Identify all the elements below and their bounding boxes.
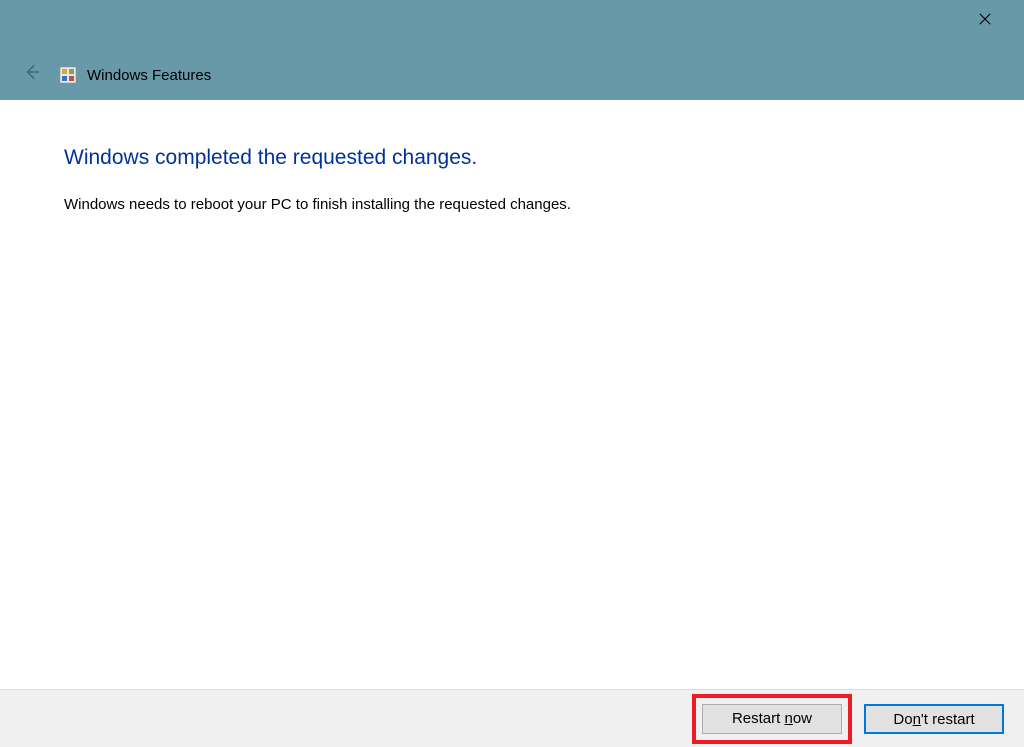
close-button[interactable] xyxy=(962,4,1008,36)
dont-restart-button[interactable]: Don't restart xyxy=(864,704,1004,734)
main-heading: Windows completed the requested changes. xyxy=(64,146,960,170)
body-text: Windows needs to reboot your PC to finis… xyxy=(64,196,960,213)
restart-now-button[interactable]: Restart now xyxy=(702,704,842,734)
header: Windows Features xyxy=(0,50,1024,100)
header-title: Windows Features xyxy=(87,67,211,84)
titlebar xyxy=(0,0,1024,50)
windows-features-icon xyxy=(59,66,77,84)
close-icon xyxy=(978,10,992,31)
content-area: Windows completed the requested changes.… xyxy=(0,100,1024,689)
back-arrow-icon xyxy=(23,63,41,87)
footer: Restart now Don't restart xyxy=(0,689,1024,747)
highlight-annotation: Restart now xyxy=(692,694,852,744)
